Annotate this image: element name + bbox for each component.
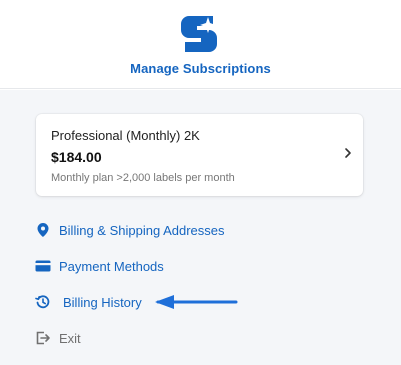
credit-card-icon bbox=[35, 258, 51, 274]
bolt-s-logo-icon bbox=[181, 16, 217, 52]
nav-billing-shipping-addresses[interactable]: Billing & Shipping Addresses bbox=[35, 220, 225, 240]
page-title: Manage Subscriptions bbox=[130, 61, 271, 76]
nav-payment-methods[interactable]: Payment Methods bbox=[35, 256, 164, 276]
nav-label: Exit bbox=[59, 330, 81, 346]
nav-exit[interactable]: Exit bbox=[35, 328, 81, 348]
nav-label: Billing History bbox=[63, 294, 142, 310]
nav-label: Payment Methods bbox=[59, 258, 164, 274]
nav-billing-history[interactable]: Billing History bbox=[35, 292, 142, 312]
plan-card[interactable]: Professional (Monthly) 2K $184.00 Monthl… bbox=[36, 114, 363, 196]
plan-price: $184.00 bbox=[51, 149, 102, 165]
annotation-arrow-icon bbox=[155, 295, 238, 309]
nav-label: Billing & Shipping Addresses bbox=[59, 222, 225, 238]
subscription-panel: Manage Subscriptions Professional (Month… bbox=[0, 0, 401, 365]
plan-name: Professional (Monthly) 2K bbox=[51, 128, 200, 143]
history-icon bbox=[35, 294, 51, 310]
map-pin-icon bbox=[35, 222, 51, 238]
main-content: Professional (Monthly) 2K $184.00 Monthl… bbox=[0, 90, 401, 365]
exit-icon bbox=[35, 330, 51, 346]
header: Manage Subscriptions bbox=[0, 0, 401, 89]
plan-description: Monthly plan >2,000 labels per month bbox=[51, 172, 235, 184]
chevron-right-icon bbox=[345, 148, 351, 158]
